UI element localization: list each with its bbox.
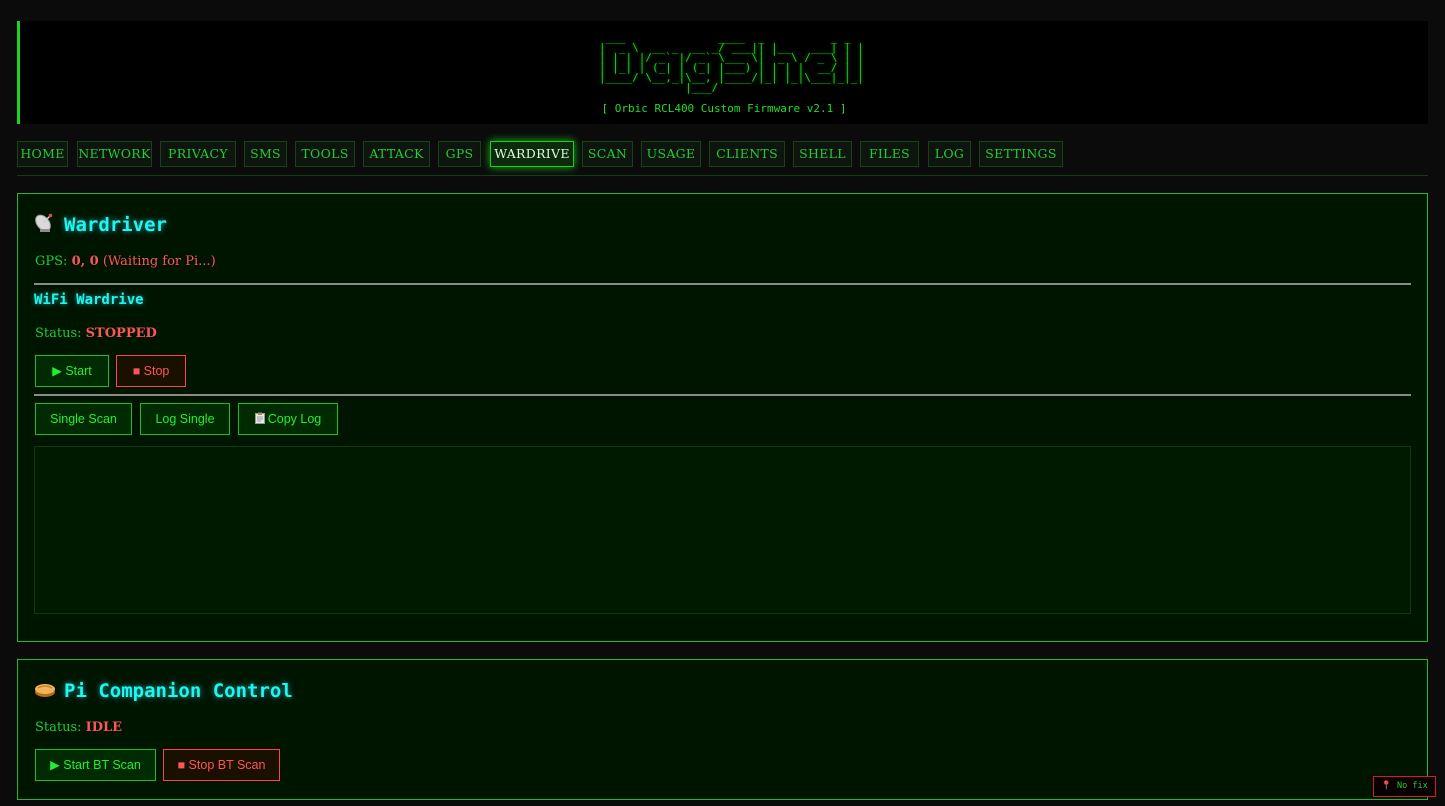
main-nav: HOME NETWORK PRIVACY SMS TOOLS ATTACK GP… [17, 141, 1428, 176]
stop-button[interactable]: ■ Stop [116, 355, 186, 387]
header-banner: ___ ____ _ _ _ | _ \ __ _ __ _/ ___|| |_… [17, 21, 1428, 124]
copy-log-label: Copy Log [267, 412, 322, 426]
gps-fix-badge[interactable]: 📍 No fix [1373, 776, 1436, 797]
ascii-logo: ___ ____ _ _ _ | _ \ __ _ __ _/ ___|| |_… [599, 31, 864, 94]
start-bt-scan-button[interactable]: ▶ Start BT Scan [35, 749, 156, 781]
tab-network[interactable]: NETWORK [77, 141, 152, 167]
tab-clients[interactable]: CLIENTS [709, 141, 785, 167]
pi-companion-title-text: Pi Companion Control [64, 680, 293, 702]
start-button[interactable]: ▶ Start [35, 355, 109, 387]
gps-note: (Waiting for Pi...) [102, 254, 216, 269]
gps-fix-label: No fix [1397, 781, 1428, 791]
pi-status-value: IDLE [85, 720, 123, 735]
tab-log[interactable]: LOG [928, 141, 971, 167]
tab-files[interactable]: FILES [860, 141, 919, 167]
tab-settings[interactable]: SETTINGS [979, 141, 1063, 167]
tab-privacy[interactable]: PRIVACY [160, 141, 236, 167]
wardriver-panel: Wardriver GPS: 0, 0 (Waiting for Pi...) … [17, 193, 1428, 642]
clipboard-icon [254, 405, 265, 435]
tab-home[interactable]: HOME [17, 141, 68, 167]
tab-wardrive[interactable]: WARDRIVE [490, 141, 574, 167]
wardriver-title-text: Wardriver [64, 214, 167, 236]
wifi-wardrive-title: WiFi Wardrive [34, 292, 144, 308]
wardrive-log-output[interactable] [34, 446, 1411, 614]
wardriver-title: Wardriver [34, 212, 167, 239]
pin-icon: 📍 [1381, 781, 1392, 791]
wifi-status-line: Status: STOPPED [35, 326, 157, 341]
tab-scan[interactable]: SCAN [582, 141, 633, 167]
tab-usage[interactable]: USAGE [641, 141, 701, 167]
tab-tools[interactable]: TOOLS [295, 141, 355, 167]
tab-attack[interactable]: ATTACK [363, 141, 430, 167]
pie-icon [34, 678, 56, 705]
pi-status-label: Status: [35, 720, 82, 735]
firmware-subtitle: [ Orbic RCL400 Custom Firmware v2.1 ] [601, 102, 847, 115]
divider [34, 394, 1411, 396]
pi-status-line: Status: IDLE [35, 720, 122, 735]
tab-sms[interactable]: SMS [244, 141, 287, 167]
copy-log-button[interactable]: Copy Log [238, 403, 338, 435]
single-scan-button[interactable]: Single Scan [35, 403, 132, 435]
pi-companion-title: Pi Companion Control [34, 678, 293, 705]
wifi-status-label: Status: [35, 326, 82, 341]
log-single-button[interactable]: Log Single [140, 403, 230, 435]
stop-bt-scan-button[interactable]: ■ Stop BT Scan [163, 749, 280, 781]
divider [34, 283, 1411, 285]
page: ___ ____ _ _ _ | _ \ __ _ __ _/ ___|| |_… [0, 0, 1445, 806]
satellite-dish-icon [34, 212, 56, 239]
gps-coordinates: 0, 0 [71, 254, 99, 269]
wifi-status-value: STOPPED [85, 326, 157, 341]
tab-shell[interactable]: SHELL [793, 141, 852, 167]
gps-label: GPS: [35, 254, 68, 269]
gps-line: GPS: 0, 0 (Waiting for Pi...) [35, 254, 216, 269]
tab-gps[interactable]: GPS [438, 141, 481, 167]
pi-companion-panel: Pi Companion Control Status: IDLE ▶ Star… [17, 659, 1428, 800]
